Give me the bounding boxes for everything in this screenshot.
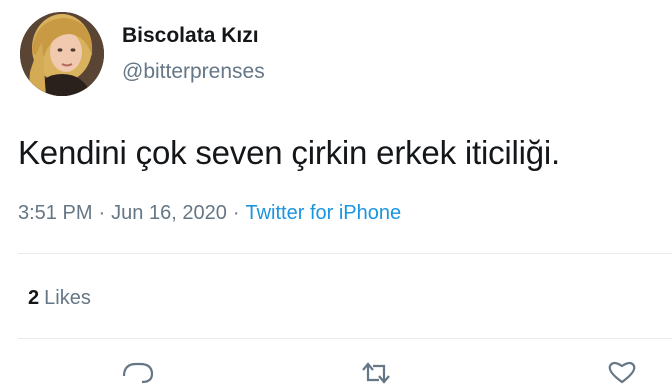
- tweet-date[interactable]: Jun 16, 2020: [111, 202, 227, 224]
- display-name[interactable]: Biscolata Kızı: [122, 24, 259, 48]
- reply-icon: [122, 362, 154, 384]
- divider: [18, 253, 672, 254]
- tweet-source-link[interactable]: Twitter for iPhone: [245, 202, 401, 224]
- profile-photo: [20, 12, 104, 96]
- divider: [18, 338, 672, 339]
- retweet-button[interactable]: [356, 360, 396, 390]
- heart-icon: [608, 361, 636, 384]
- meta-separator: ·: [98, 202, 106, 224]
- meta-separator-2: ·: [232, 202, 240, 224]
- tweet-text: Kendini çok seven çirkin erkek iticiliği…: [18, 134, 561, 171]
- like-button[interactable]: [602, 360, 642, 390]
- likes-stat[interactable]: 2 Likes: [28, 287, 91, 310]
- user-handle[interactable]: @bitterprenses: [122, 60, 265, 84]
- tweet-time[interactable]: 3:51 PM: [18, 202, 92, 224]
- likes-count: 2: [28, 287, 40, 309]
- retweet-icon: [362, 362, 390, 384]
- reply-button[interactable]: [118, 360, 158, 390]
- avatar[interactable]: [20, 12, 104, 96]
- tweet-meta: 3:51 PM · Jun 16, 2020 · Twitter for iPhone: [18, 202, 401, 225]
- tweet-card: Biscolata Kızı @bitterprenses Kendini ço…: [0, 0, 672, 384]
- likes-label: Likes: [44, 287, 91, 309]
